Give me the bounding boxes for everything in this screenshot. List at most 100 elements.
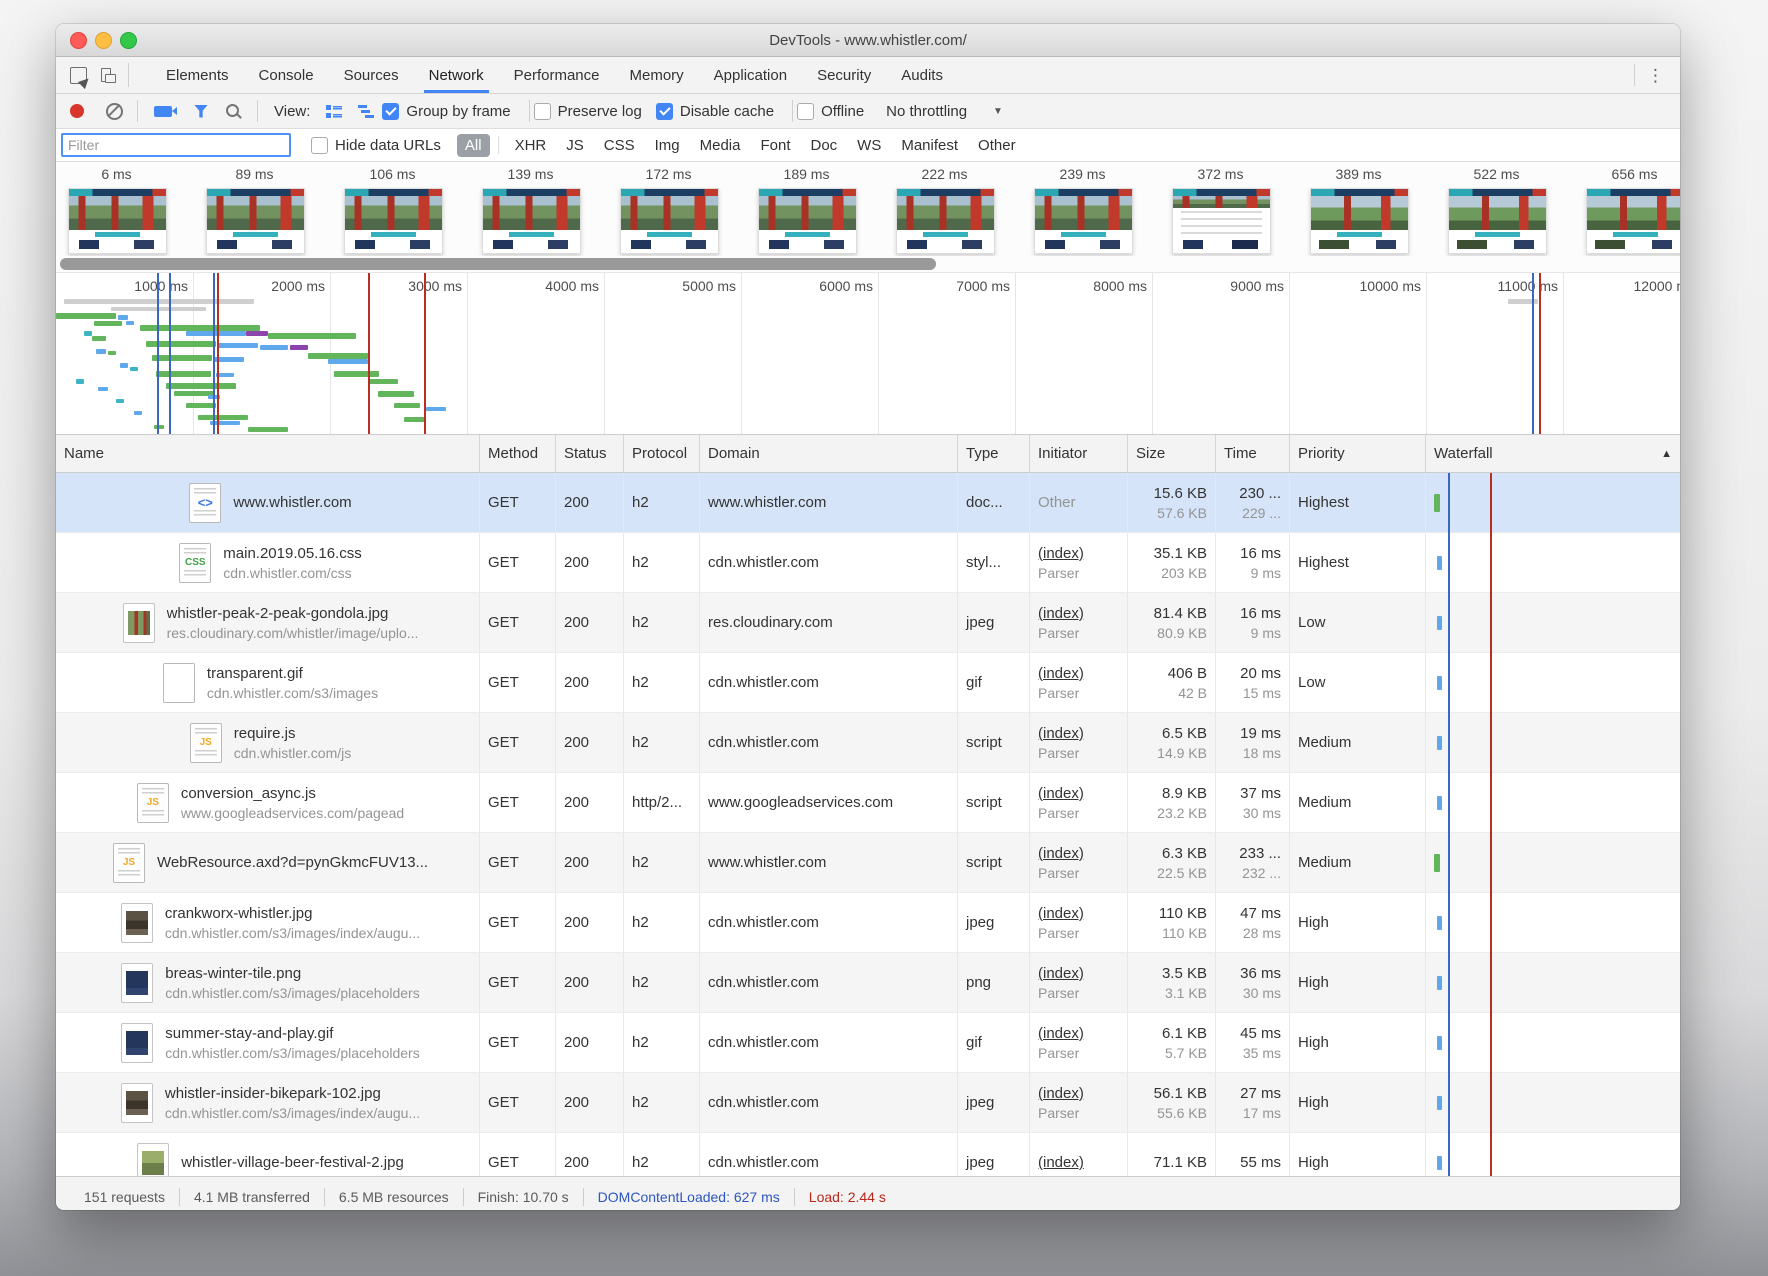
waterfall-bar[interactable]: [1437, 556, 1442, 570]
request-row[interactable]: breas-winter-tile.pngcdn.whistler.com/s3…: [56, 953, 1680, 1013]
filter-pill-other[interactable]: Other: [970, 134, 1024, 157]
filter-pill-doc[interactable]: Doc: [802, 134, 845, 157]
waterfall-bar[interactable]: [1437, 1036, 1442, 1050]
request-row[interactable]: whistler-insider-bikepark-102.jpgcdn.whi…: [56, 1073, 1680, 1133]
filmstrip-frame[interactable]: 172 ms: [620, 166, 717, 254]
waterfall-bar[interactable]: [1437, 736, 1442, 750]
inspect-element-icon[interactable]: [70, 67, 87, 84]
tab-application[interactable]: Application: [699, 57, 802, 93]
filter-pill-manifest[interactable]: Manifest: [893, 134, 966, 157]
filmstrip-frame[interactable]: 89 ms: [206, 166, 303, 254]
waterfall-bar[interactable]: [1437, 916, 1442, 930]
column-header-name[interactable]: Name: [56, 435, 480, 472]
tab-network[interactable]: Network: [414, 57, 499, 93]
column-header-domain[interactable]: Domain: [700, 435, 958, 472]
initiator-link[interactable]: (index): [1038, 845, 1119, 862]
initiator-link[interactable]: (index): [1038, 665, 1119, 682]
filmstrip-frame[interactable]: 139 ms: [482, 166, 579, 254]
column-header-priority[interactable]: Priority: [1290, 435, 1426, 472]
column-header-size[interactable]: Size: [1128, 435, 1216, 472]
tab-console[interactable]: Console: [244, 57, 329, 93]
filmstrip-frame[interactable]: 522 ms: [1448, 166, 1545, 254]
request-row[interactable]: JSconversion_async.jswww.googleadservice…: [56, 773, 1680, 833]
request-row[interactable]: CSSmain.2019.05.16.csscdn.whistler.com/c…: [56, 533, 1680, 593]
waterfall-bar[interactable]: [1437, 1156, 1442, 1170]
request-row[interactable]: whistler-peak-2-peak-gondola.jpgres.clou…: [56, 593, 1680, 653]
filmstrip-frame[interactable]: 372 ms: [1172, 166, 1269, 254]
network-overview[interactable]: 1000 ms2000 ms3000 ms4000 ms5000 ms6000 …: [56, 273, 1680, 435]
tab-elements[interactable]: Elements: [151, 57, 244, 93]
request-row[interactable]: transparent.gifcdn.whistler.com/s3/image…: [56, 653, 1680, 713]
device-toolbar-icon[interactable]: [101, 68, 116, 83]
initiator-link[interactable]: (index): [1038, 1154, 1119, 1171]
initiator-link[interactable]: (index): [1038, 965, 1119, 982]
filter-pill-ws[interactable]: WS: [849, 134, 889, 157]
show-overview-icon[interactable]: [358, 105, 374, 118]
filmstrip-camera-icon[interactable]: [154, 106, 172, 117]
filter-pill-font[interactable]: Font: [752, 134, 798, 157]
request-row[interactable]: whistler-village-beer-festival-2.jpgGET2…: [56, 1133, 1680, 1176]
waterfall-bar[interactable]: [1437, 1096, 1442, 1110]
filmstrip-frame[interactable]: 239 ms: [1034, 166, 1131, 254]
column-header-method[interactable]: Method: [480, 435, 556, 472]
request-row[interactable]: crankworx-whistler.jpgcdn.whistler.com/s…: [56, 893, 1680, 953]
request-row[interactable]: JSWebResource.axd?d=pynGkmcFUV13...GET20…: [56, 833, 1680, 893]
record-button[interactable]: [70, 104, 84, 118]
filter-pill-img[interactable]: Img: [647, 134, 688, 157]
request-row[interactable]: <>www.whistler.comGET200h2www.whistler.c…: [56, 473, 1680, 533]
initiator-link[interactable]: (index): [1038, 785, 1119, 802]
filter-pill-media[interactable]: Media: [692, 134, 749, 157]
hide-data-urls-checkbox[interactable]: [311, 137, 328, 154]
column-header-waterfall[interactable]: Waterfall▲: [1426, 435, 1680, 472]
filmstrip-frame[interactable]: 389 ms: [1310, 166, 1407, 254]
offline-checkbox[interactable]: [797, 103, 814, 120]
waterfall-bar[interactable]: [1437, 796, 1442, 810]
column-header-time[interactable]: Time: [1216, 435, 1290, 472]
more-options-icon[interactable]: ⋮: [1641, 67, 1670, 84]
waterfall-bar[interactable]: [1437, 976, 1442, 990]
zoom-button[interactable]: [120, 32, 137, 49]
initiator-link[interactable]: (index): [1038, 545, 1119, 562]
filter-icon[interactable]: [194, 105, 208, 118]
tab-audits[interactable]: Audits: [886, 57, 958, 93]
tab-memory[interactable]: Memory: [615, 57, 699, 93]
filter-input[interactable]: [61, 133, 291, 157]
filmstrip-frame[interactable]: 656 ms: [1586, 166, 1680, 254]
initiator-link[interactable]: (index): [1038, 1085, 1119, 1102]
waterfall-bar[interactable]: [1434, 854, 1440, 872]
close-button[interactable]: [70, 32, 87, 49]
preserve-log-checkbox[interactable]: [534, 103, 551, 120]
waterfall-bar[interactable]: [1437, 676, 1442, 690]
tab-performance[interactable]: Performance: [499, 57, 615, 93]
column-header-status[interactable]: Status: [556, 435, 624, 472]
group-by-frame-checkbox[interactable]: [382, 103, 399, 120]
filter-pill-js[interactable]: JS: [558, 134, 592, 157]
throttling-dropdown[interactable]: No throttling: [886, 103, 967, 120]
clear-icon[interactable]: [106, 103, 123, 120]
filter-pill-css[interactable]: CSS: [596, 134, 643, 157]
request-row[interactable]: JSrequire.jscdn.whistler.com/jsGET200h2c…: [56, 713, 1680, 773]
filmstrip-frame[interactable]: 6 ms: [68, 166, 165, 254]
waterfall-bar[interactable]: [1434, 494, 1440, 512]
initiator-link[interactable]: (index): [1038, 1025, 1119, 1042]
filmstrip-frame[interactable]: 106 ms: [344, 166, 441, 254]
initiator-link[interactable]: (index): [1038, 725, 1119, 742]
filmstrip-frame[interactable]: 222 ms: [896, 166, 993, 254]
column-header-initiator[interactable]: Initiator: [1030, 435, 1128, 472]
waterfall-bar[interactable]: [1437, 616, 1442, 630]
column-header-type[interactable]: Type: [958, 435, 1030, 472]
minimize-button[interactable]: [95, 32, 112, 49]
initiator-link[interactable]: (index): [1038, 905, 1119, 922]
filter-pill-all[interactable]: All: [457, 134, 490, 157]
tab-sources[interactable]: Sources: [329, 57, 414, 93]
tab-security[interactable]: Security: [802, 57, 886, 93]
filmstrip-scrollbar[interactable]: [60, 258, 936, 270]
filter-pill-xhr[interactable]: XHR: [507, 134, 555, 157]
disable-cache-checkbox[interactable]: [656, 103, 673, 120]
request-row[interactable]: summer-stay-and-play.gifcdn.whistler.com…: [56, 1013, 1680, 1073]
filmstrip-frame[interactable]: 189 ms: [758, 166, 855, 254]
initiator-link[interactable]: (index): [1038, 605, 1119, 622]
column-header-protocol[interactable]: Protocol: [624, 435, 700, 472]
search-icon[interactable]: [226, 104, 239, 117]
large-request-rows-icon[interactable]: [326, 105, 342, 118]
